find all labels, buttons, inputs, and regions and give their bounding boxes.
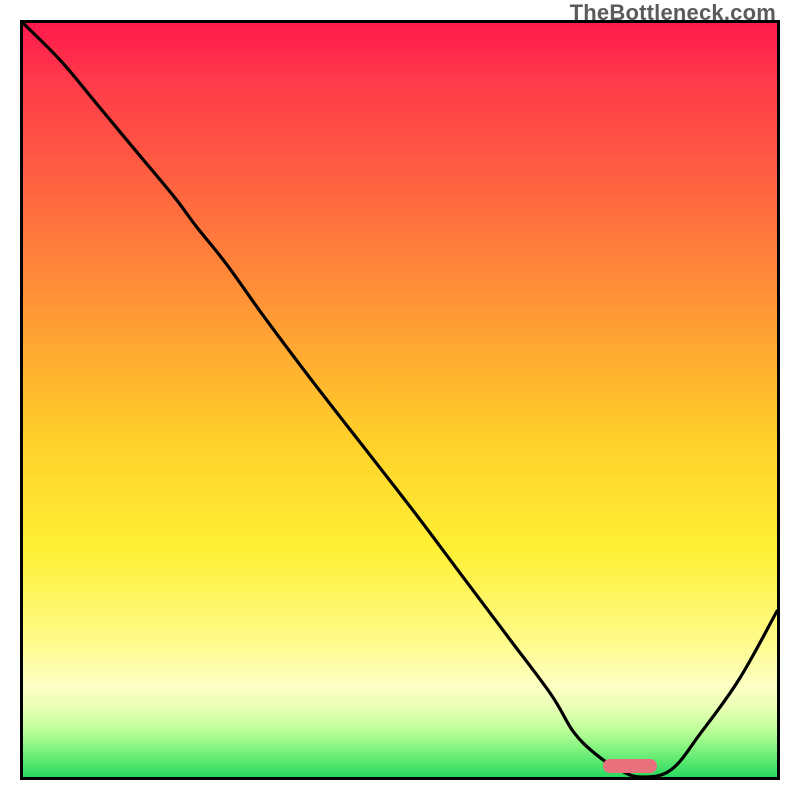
chart-frame (20, 20, 780, 780)
optimal-range-marker (603, 759, 657, 773)
bottleneck-curve-svg (23, 23, 777, 777)
bottleneck-curve-path (23, 23, 777, 777)
